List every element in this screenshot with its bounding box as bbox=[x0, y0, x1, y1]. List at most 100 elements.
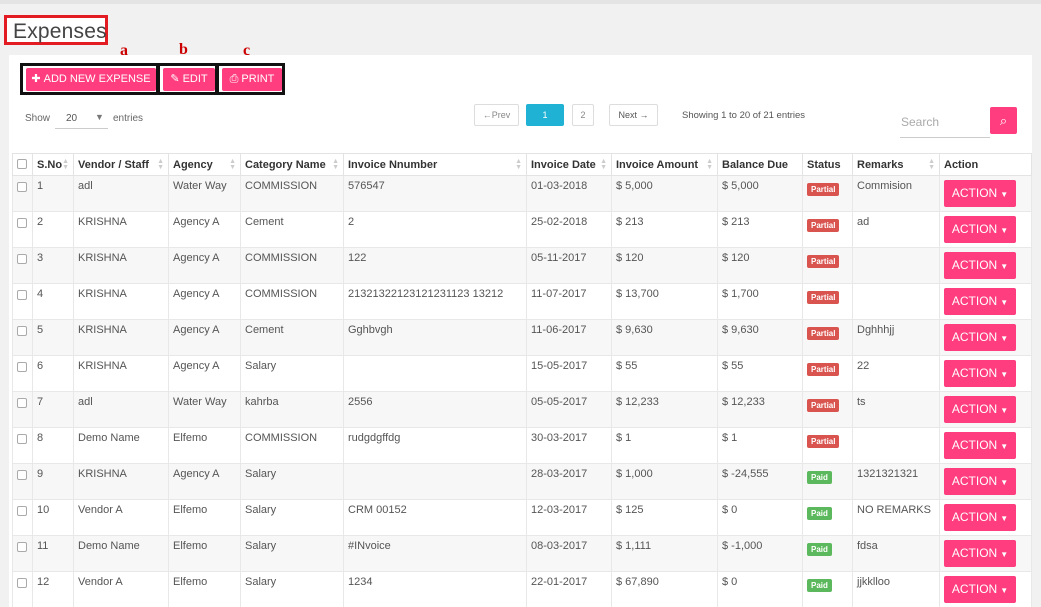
col-category-header[interactable]: Category Name ▲ ▼ bbox=[240, 153, 344, 176]
cell-vendor-text: KRISHNA bbox=[78, 252, 127, 264]
cell-status: Partial bbox=[802, 283, 853, 320]
action-cell: ACTION ▼ bbox=[939, 211, 1032, 248]
col-invoice-date-header[interactable]: Invoice Date ▲ ▼ bbox=[526, 153, 612, 176]
page-1-button[interactable]: 1 bbox=[526, 104, 564, 126]
col-balance-due-header[interactable]: Balance Due bbox=[717, 153, 803, 176]
cell-invoice-date-text: 05-05-2017 bbox=[531, 396, 588, 408]
edit-button[interactable]: ✎ EDIT bbox=[163, 68, 215, 91]
col-sno-header[interactable]: S.No ▲ ▼ bbox=[32, 153, 74, 176]
action-label: ACTION bbox=[951, 582, 998, 596]
table-row: 2 KRISHNA Agency A Cement 2 25-02-2018 $ 213 $ … bbox=[12, 211, 1032, 248]
page-2-button[interactable]: 2 bbox=[572, 104, 594, 126]
cell-vendor: KRISHNA bbox=[73, 283, 169, 320]
row-checkbox[interactable] bbox=[17, 398, 27, 408]
row-checkbox[interactable] bbox=[17, 182, 27, 192]
cell-category: Salary bbox=[240, 571, 344, 607]
cell-invoice-number-text: rudgdgffdg bbox=[348, 432, 401, 444]
row-checkbox[interactable] bbox=[17, 362, 27, 372]
select-all-cell bbox=[12, 153, 33, 176]
action-dropdown-button[interactable]: ACTION ▼ bbox=[944, 396, 1016, 423]
action-dropdown-button[interactable]: ACTION ▼ bbox=[944, 540, 1016, 567]
action-dropdown-button[interactable]: ACTION ▼ bbox=[944, 504, 1016, 531]
add-new-expense-button[interactable]: ✚ ADD NEW EXPENSE bbox=[26, 68, 156, 91]
select-all-checkbox[interactable] bbox=[17, 159, 27, 169]
cell-remarks: ad bbox=[852, 211, 940, 248]
table-row: 6 KRISHNA Agency A Salary 15-05-2017 $ 55 $ 55… bbox=[12, 355, 1032, 392]
cell-remarks-text: ts bbox=[857, 396, 866, 408]
action-dropdown-button[interactable]: ACTION ▼ bbox=[944, 576, 1016, 603]
cell-invoice-amount: $ 13,700 bbox=[611, 283, 718, 320]
cell-vendor-text: KRISHNA bbox=[78, 468, 127, 480]
cell-agency: Elfemo bbox=[168, 571, 241, 607]
cell-invoice-number-text: 576547 bbox=[348, 180, 385, 192]
col-invoice-amount-label: Invoice Amount bbox=[616, 158, 699, 171]
action-dropdown-button[interactable]: ACTION ▼ bbox=[944, 252, 1016, 279]
col-remarks-header[interactable]: Remarks ▲ ▼ bbox=[852, 153, 940, 176]
caret-down-icon: ▼ bbox=[1000, 406, 1009, 415]
cell-vendor: KRISHNA bbox=[73, 247, 169, 284]
cell-remarks bbox=[852, 427, 940, 464]
row-checkbox[interactable] bbox=[17, 470, 27, 480]
col-balance-due-label: Balance Due bbox=[722, 158, 789, 171]
row-checkbox[interactable] bbox=[17, 578, 27, 588]
cell-invoice-date: 11-07-2017 bbox=[526, 283, 612, 320]
cell-remarks: jjkklloo bbox=[852, 571, 940, 607]
entries-select[interactable]: 20 ▼ bbox=[55, 109, 108, 129]
action-dropdown-button[interactable]: ACTION ▼ bbox=[944, 180, 1016, 207]
row-checkbox[interactable] bbox=[17, 542, 27, 552]
print-label: PRINT bbox=[241, 73, 275, 85]
cell-sno-text: 1 bbox=[37, 180, 44, 192]
cell-balance-due: $ 120 bbox=[717, 247, 803, 284]
action-label: ACTION bbox=[951, 474, 998, 488]
row-checkbox-cell bbox=[12, 535, 33, 572]
action-dropdown-button[interactable]: ACTION ▼ bbox=[944, 432, 1016, 459]
col-action-label: Action bbox=[944, 158, 979, 171]
cell-balance-due: $ -1,000 bbox=[717, 535, 803, 572]
col-invoice-amount-header[interactable]: Invoice Amount ▲ ▼ bbox=[611, 153, 718, 176]
col-agency-header[interactable]: Agency ▲ ▼ bbox=[168, 153, 241, 176]
cell-category: kahrba bbox=[240, 391, 344, 428]
table-row: 10 Vendor A Elfemo Salary CRM 00152 12-03-201… bbox=[12, 499, 1032, 536]
col-status-header[interactable]: Status bbox=[802, 153, 853, 176]
cell-invoice-amount-text: $ 12,233 bbox=[616, 396, 659, 408]
cell-agency: Agency A bbox=[168, 283, 241, 320]
cell-balance-due-text: $ 9,630 bbox=[722, 324, 759, 336]
cell-sno: 3 bbox=[32, 247, 74, 284]
action-dropdown-button[interactable]: ACTION ▼ bbox=[944, 216, 1016, 243]
caret-down-icon: ▼ bbox=[1000, 334, 1009, 343]
cell-category: Salary bbox=[240, 499, 344, 536]
print-button[interactable]: ⎙ PRINT bbox=[222, 68, 282, 91]
row-checkbox-cell bbox=[12, 427, 33, 464]
next-page-button[interactable]: Next → bbox=[609, 104, 658, 126]
cell-invoice-amount-text: $ 120 bbox=[616, 252, 644, 264]
prev-page-button[interactable]: ←Prev bbox=[474, 104, 519, 126]
action-cell: ACTION ▼ bbox=[939, 247, 1032, 284]
action-dropdown-button[interactable]: ACTION ▼ bbox=[944, 360, 1016, 387]
search-button[interactable]: ⌕ bbox=[990, 107, 1017, 134]
cell-balance-due-text: $ 120 bbox=[722, 252, 750, 264]
cell-sno: 10 bbox=[32, 499, 74, 536]
cell-invoice-date-text: 30-03-2017 bbox=[531, 432, 588, 444]
action-dropdown-button[interactable]: ACTION ▼ bbox=[944, 288, 1016, 315]
table-row: 8 Demo Name Elfemo COMMISSION rudgdgffdg 30-0… bbox=[12, 427, 1032, 464]
row-checkbox[interactable] bbox=[17, 218, 27, 228]
search-icon: ⌕ bbox=[999, 113, 1008, 128]
cell-sno: 11 bbox=[32, 535, 74, 572]
row-checkbox[interactable] bbox=[17, 326, 27, 336]
cell-status: Partial bbox=[802, 391, 853, 428]
cell-invoice-amount: $ 9,630 bbox=[611, 319, 718, 356]
col-invoice-number-header[interactable]: Invoice Nnumber ▲ ▼ bbox=[343, 153, 527, 176]
cell-vendor: adl bbox=[73, 391, 169, 428]
row-checkbox[interactable] bbox=[17, 434, 27, 444]
row-checkbox[interactable] bbox=[17, 290, 27, 300]
row-checkbox[interactable] bbox=[17, 254, 27, 264]
sort-icon: ▲ ▼ bbox=[62, 158, 69, 171]
action-dropdown-button[interactable]: ACTION ▼ bbox=[944, 468, 1016, 495]
search-input[interactable]: Search bbox=[900, 110, 990, 138]
cell-invoice-date: 01-03-2018 bbox=[526, 175, 612, 212]
row-checkbox[interactable] bbox=[17, 506, 27, 516]
cell-category: COMMISSION bbox=[240, 175, 344, 212]
caret-down-icon: ▼ bbox=[1000, 514, 1009, 523]
action-dropdown-button[interactable]: ACTION ▼ bbox=[944, 324, 1016, 351]
col-vendor-header[interactable]: Vendor / Staff ▲ ▼ bbox=[73, 153, 169, 176]
